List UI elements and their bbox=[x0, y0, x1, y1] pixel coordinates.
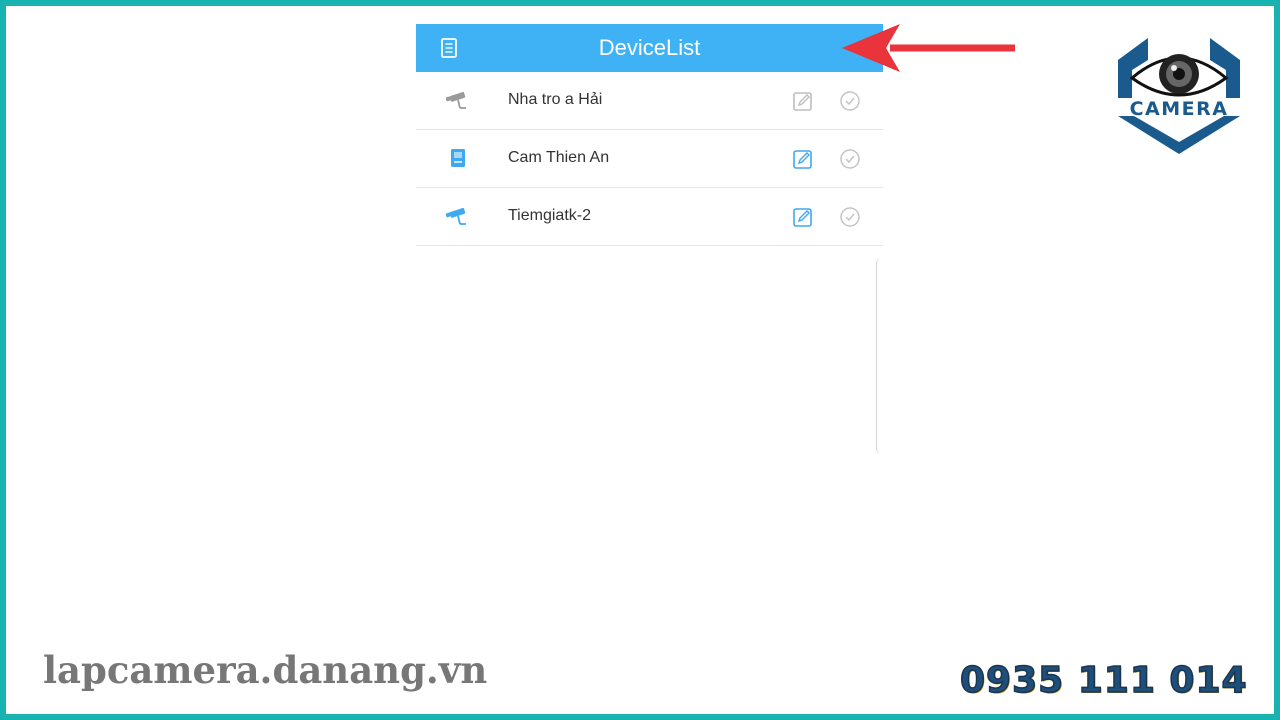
edit-icon[interactable] bbox=[792, 90, 814, 112]
check-circle-icon[interactable] bbox=[839, 90, 861, 112]
check-circle-icon[interactable] bbox=[839, 148, 861, 170]
panel-edge bbox=[876, 258, 884, 454]
camera-icon bbox=[445, 207, 466, 225]
list-item[interactable]: Cam Thien An bbox=[416, 130, 883, 188]
device-name: Tiemgiatk-2 bbox=[508, 207, 591, 224]
device-list: Nha tro a Hải Cam Thien An Tiemgiatk-2 bbox=[416, 72, 883, 246]
check-circle-icon[interactable] bbox=[839, 206, 861, 228]
device-name: Cam Thien An bbox=[508, 149, 610, 166]
phone-number: 0935 111 014 bbox=[959, 659, 1248, 702]
list-item[interactable]: Tiemgiatk-2 bbox=[416, 188, 883, 246]
logo-text: CAMERA bbox=[1129, 98, 1229, 120]
page-title: DeviceList bbox=[598, 35, 701, 60]
list-item[interactable]: Nha tro a Hải bbox=[416, 72, 883, 130]
website-url: lapcamera.danang.vn bbox=[43, 648, 488, 692]
dvr-box-icon bbox=[451, 149, 465, 167]
red-arrow-icon bbox=[842, 24, 1015, 72]
edit-icon[interactable] bbox=[792, 206, 814, 228]
camera-logo-icon bbox=[1118, 38, 1240, 154]
app-header: DeviceList bbox=[416, 24, 883, 72]
device-name: Nha tro a Hải bbox=[508, 91, 603, 108]
camera-icon bbox=[445, 91, 466, 109]
phone-screen: DeviceList Nha tro a Hải Cam Thien An Ti… bbox=[416, 24, 883, 454]
edit-icon[interactable] bbox=[792, 148, 814, 170]
